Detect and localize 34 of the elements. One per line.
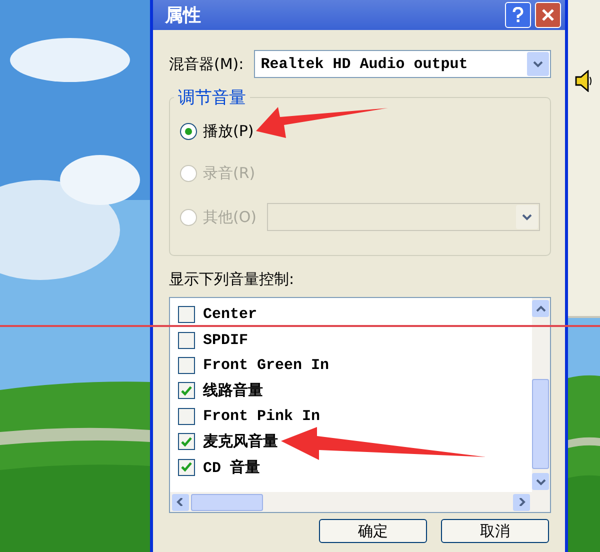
close-button[interactable] xyxy=(535,2,561,28)
control-item[interactable]: 线路音量 xyxy=(178,378,524,404)
checkbox[interactable] xyxy=(178,332,195,349)
question-mark-icon xyxy=(512,7,524,23)
controls-label: 显示下列音量控制: xyxy=(169,270,294,289)
control-item[interactable]: Front Pink In xyxy=(178,404,524,429)
window-title: 属性 xyxy=(165,4,202,27)
checkbox[interactable] xyxy=(178,408,195,425)
scrollbar-corner xyxy=(532,492,550,512)
control-item[interactable]: CD 音量 xyxy=(178,454,524,480)
radio-option[interactable]: 播放(P) xyxy=(180,119,540,143)
dialog-button[interactable]: 确定 xyxy=(319,519,427,543)
dialog-button[interactable]: 取消 xyxy=(441,519,549,543)
control-item[interactable]: 麦克风音量 xyxy=(178,428,524,454)
control-item[interactable]: Front Green In xyxy=(178,352,524,378)
control-item[interactable]: Center xyxy=(178,302,524,328)
vertical-scrollbar[interactable] xyxy=(532,298,550,492)
checkbox[interactable] xyxy=(178,306,195,324)
control-item[interactable]: SPDIF xyxy=(178,327,524,353)
checkbox[interactable] xyxy=(178,458,195,476)
close-icon xyxy=(541,8,555,22)
chevron-down-icon xyxy=(533,60,543,68)
horizontal-scrollbar[interactable] xyxy=(170,492,532,512)
help-button[interactable] xyxy=(505,2,531,28)
group-title: 调节音量 xyxy=(177,87,247,109)
chevron-down-icon xyxy=(536,478,546,486)
checkbox[interactable] xyxy=(178,433,195,450)
checkbox[interactable] xyxy=(178,356,195,374)
radio-button[interactable] xyxy=(180,122,197,140)
mixer-dropdown[interactable]: Realtek HD Audio output xyxy=(254,50,551,78)
chevron-down-icon xyxy=(522,213,532,221)
checkbox[interactable] xyxy=(178,382,195,400)
mixer-label: 混音器(M): xyxy=(169,54,244,74)
speaker-icon xyxy=(575,70,593,92)
